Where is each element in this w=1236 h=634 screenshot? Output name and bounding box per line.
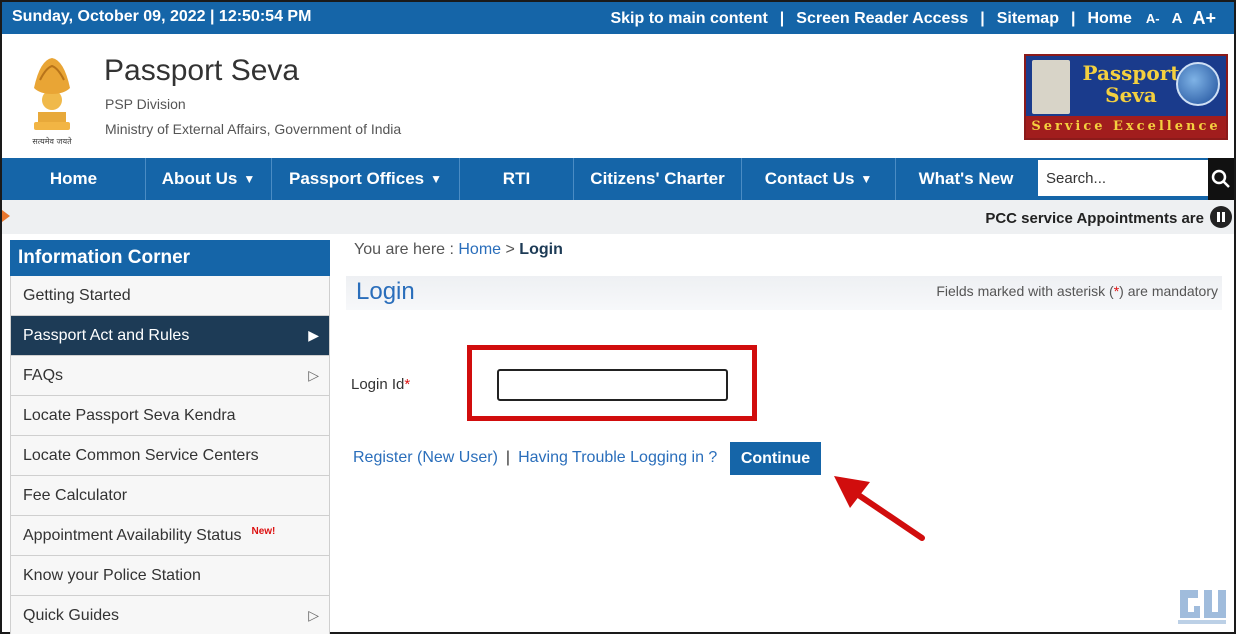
globe-icon: [1176, 62, 1220, 106]
nav-about-us[interactable]: About Us ▼: [146, 158, 272, 200]
sidebar-item-getting-started[interactable]: Getting Started: [10, 276, 330, 316]
trouble-logging-link[interactable]: Having Trouble Logging in ?: [518, 449, 717, 466]
breadcrumb-current: Login: [519, 241, 563, 258]
logo-title: Passport Seva: [1082, 61, 1180, 107]
mandatory-note: Fields marked with asterisk (*) are mand…: [936, 283, 1218, 299]
division-label: PSP Division: [105, 96, 186, 112]
continue-button[interactable]: Continue: [730, 442, 821, 475]
ministry-label: Ministry of External Affairs, Government…: [105, 121, 402, 137]
top-utility-bar: Sunday, October 09, 2022 | 12:50:54 PM S…: [2, 2, 1234, 34]
required-asterisk: *: [404, 376, 411, 393]
sidebar-item-locate-psk[interactable]: Locate Passport Seva Kendra: [10, 396, 330, 436]
nav-citizens-charter[interactable]: Citizens' Charter: [574, 158, 742, 200]
passport-seva-logo: Passport Seva Service Excellence: [1024, 54, 1228, 140]
caret-down-icon: ▼: [243, 172, 256, 186]
nav-home[interactable]: Home: [2, 158, 146, 200]
sidebar-item-passport-act[interactable]: Passport Act and Rules ▶: [10, 316, 330, 356]
search-button[interactable]: [1208, 158, 1234, 200]
pause-icon[interactable]: [1210, 206, 1232, 228]
ticker-text[interactable]: PCC service Appointments are: [985, 210, 1204, 227]
chevron-right-icon: ▷: [308, 367, 319, 383]
nav-rti[interactable]: RTI: [460, 158, 574, 200]
chevron-right-icon: ▶: [308, 327, 319, 343]
caret-down-icon: ▼: [430, 172, 442, 186]
logo-tagline: Service Excellence: [1026, 116, 1226, 138]
sitemap-link[interactable]: Sitemap: [997, 10, 1059, 28]
site-header: सत्यमेव जयते Passport Seva PSP Division …: [2, 34, 1234, 158]
gadgets-to-use-watermark-icon: [1178, 590, 1226, 624]
font-normal-button[interactable]: A: [1172, 10, 1183, 27]
page-title: Login: [356, 278, 415, 305]
emblem-motto: सत्यमेव जयते: [32, 136, 72, 146]
sidebar-item-locate-csc[interactable]: Locate Common Service Centers: [10, 436, 330, 476]
annotation-arrow-icon: [834, 476, 925, 541]
skip-to-main-link[interactable]: Skip to main content: [610, 10, 767, 28]
register-link[interactable]: Register (New User): [353, 449, 498, 466]
top-home-link[interactable]: Home: [1087, 10, 1131, 28]
information-corner-sidebar: Information Corner Getting Started Passp…: [10, 240, 330, 634]
caret-down-icon: ▼: [860, 172, 873, 186]
sidebar-title: Information Corner: [10, 240, 330, 276]
national-emblem-icon: सत्यमेव जयते: [32, 58, 72, 146]
sidebar-item-fee-calculator[interactable]: Fee Calculator: [10, 476, 330, 516]
ticker-arrow-icon: [2, 210, 10, 222]
main-nav: Home About Us ▼ Passport Offices ▼ RTI Cit…: [2, 158, 1234, 200]
login-id-label: Login Id*: [351, 376, 411, 393]
sidebar-item-police-station[interactable]: Know your Police Station: [10, 556, 330, 596]
logo-emblem-icon: [1032, 60, 1070, 114]
nav-passport-offices[interactable]: Passport Offices ▼: [272, 158, 460, 200]
breadcrumb: You are here : Home > Login: [354, 241, 563, 258]
screen-reader-link[interactable]: Screen Reader Access: [796, 10, 968, 28]
font-increase-button[interactable]: A+: [1192, 8, 1216, 29]
news-ticker: PCC service Appointments are: [2, 200, 1234, 234]
font-decrease-button[interactable]: A-: [1146, 11, 1160, 26]
login-links: Register (New User) | Having Trouble Loggi…: [353, 449, 718, 466]
new-badge: New!: [251, 526, 276, 537]
site-title: Passport Seva: [104, 54, 300, 87]
nav-contact-us[interactable]: Contact Us ▼: [742, 158, 896, 200]
search-input[interactable]: [1038, 160, 1210, 196]
sidebar-item-quick-guides[interactable]: Quick Guides ▷: [10, 596, 330, 634]
nav-whats-new[interactable]: What's New: [896, 158, 1036, 200]
chevron-right-icon: ▷: [308, 607, 319, 623]
breadcrumb-home-link[interactable]: Home: [458, 241, 501, 258]
utility-links: Skip to main content | Screen Reader Acc…: [610, 8, 1216, 29]
search-icon: [1211, 169, 1230, 188]
date-time: Sunday, October 09, 2022 | 12:50:54 PM: [12, 8, 312, 25]
login-id-input[interactable]: [497, 369, 728, 401]
sidebar-item-faqs[interactable]: FAQs ▷: [10, 356, 330, 396]
sidebar-item-appointment-status[interactable]: Appointment Availability Status New!: [10, 516, 330, 556]
